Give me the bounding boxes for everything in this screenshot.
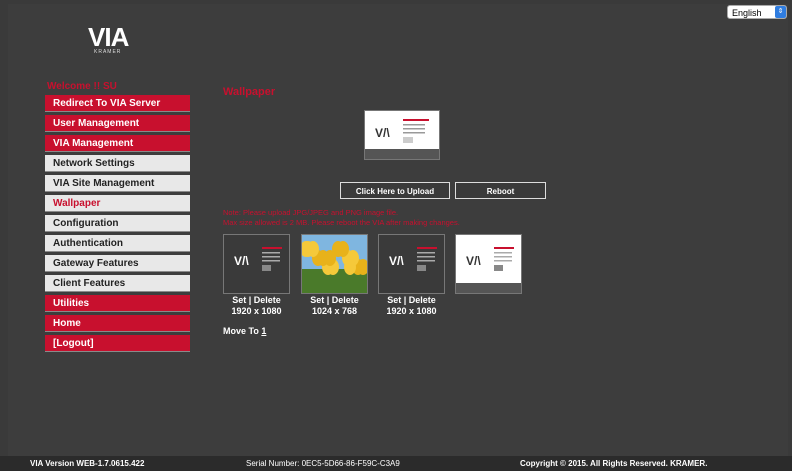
welcome-text: Welcome !! SU (47, 81, 117, 92)
wallpaper-thumbnail[interactable] (301, 234, 368, 294)
wallpaper-thumbnail[interactable]: V/\ (223, 234, 290, 294)
copyright-text: Copyright © 2015. All Rights Reserved. K… (520, 459, 708, 468)
thumbnail-caption: Set | Delete 1024 x 768 (297, 295, 372, 317)
page-title: Wallpaper (223, 86, 276, 98)
sidebar-item-via-management[interactable]: VIA Management (45, 135, 190, 152)
thumbnail-caption: Set | Delete 1920 x 1080 (219, 295, 294, 317)
thumbnail-caption: Set | Delete 1920 x 1080 (374, 295, 449, 317)
sidebar-item-wallpaper[interactable]: Wallpaper (45, 195, 190, 212)
logo: VIA KRAMER (88, 22, 129, 55)
note-line-2: Max size allowed is 2 MB. Please reboot … (223, 218, 460, 227)
wallpaper-thumbnail[interactable]: V/\ (378, 234, 445, 294)
sidebar-item-home[interactable]: Home (45, 315, 190, 332)
note-line-1: Note: Please upload JPG/JPEG and PNG ima… (223, 208, 399, 217)
move-to-label: Move To (223, 326, 259, 336)
reboot-button[interactable]: Reboot (455, 182, 546, 199)
sidebar-item-authentication[interactable]: Authentication (45, 235, 190, 252)
svg-text:V/\: V/\ (234, 254, 249, 268)
svg-text:V/\: V/\ (466, 254, 481, 268)
sidebar-menu: Redirect To VIA Server User Management VIA… (45, 95, 190, 355)
page-link-1[interactable]: 1 (261, 326, 266, 336)
version-text: VIA Version WEB-1.7.0615.422 (30, 459, 145, 468)
chevron-updown-icon: ⇕ (775, 6, 786, 18)
language-select[interactable]: English ⇕ (727, 5, 787, 19)
logo-sub: KRAMER (94, 49, 122, 55)
resolution-text: 1024 x 768 (311, 306, 358, 316)
preview-screen-image: V/\ (365, 111, 439, 159)
language-selected: English (732, 8, 762, 18)
sidebar-item-gateway-features[interactable]: Gateway Features (45, 255, 190, 272)
sidebar-item-configuration[interactable]: Configuration (45, 215, 190, 232)
sidebar-item-network-settings[interactable]: Network Settings (45, 155, 190, 172)
resolution-text: 1920 x 1080 (231, 306, 282, 316)
upload-button[interactable]: Click Here to Upload (340, 182, 450, 199)
resolution-text: 1920 x 1080 (386, 306, 437, 316)
svg-text:V/\: V/\ (389, 254, 404, 268)
sidebar-item-via-site-management[interactable]: VIA Site Management (45, 175, 190, 192)
wallpaper-thumbnail[interactable]: V/\ (455, 234, 522, 294)
sidebar-item-client-features[interactable]: Client Features (45, 275, 190, 292)
sidebar-item-redirect-to-via-server[interactable]: Redirect To VIA Server (45, 95, 190, 112)
sidebar-item-user-management[interactable]: User Management (45, 115, 190, 132)
set-delete-links[interactable]: Set | Delete (297, 295, 372, 306)
set-delete-links[interactable]: Set | Delete (219, 295, 294, 306)
footer: VIA Version WEB-1.7.0615.422 Serial Numb… (0, 456, 792, 471)
svg-text:V/\: V/\ (375, 126, 390, 140)
sidebar-item-utilities[interactable]: Utilities (45, 295, 190, 312)
sidebar-item-logout[interactable]: [Logout] (45, 335, 190, 352)
serial-text: Serial Number: 0EC5-5D66-86-F59C-C3A9 (246, 459, 400, 468)
set-delete-links[interactable]: Set | Delete (374, 295, 449, 306)
pagination: Move To 1 (223, 326, 266, 336)
current-wallpaper-preview: V/\ (364, 110, 440, 160)
